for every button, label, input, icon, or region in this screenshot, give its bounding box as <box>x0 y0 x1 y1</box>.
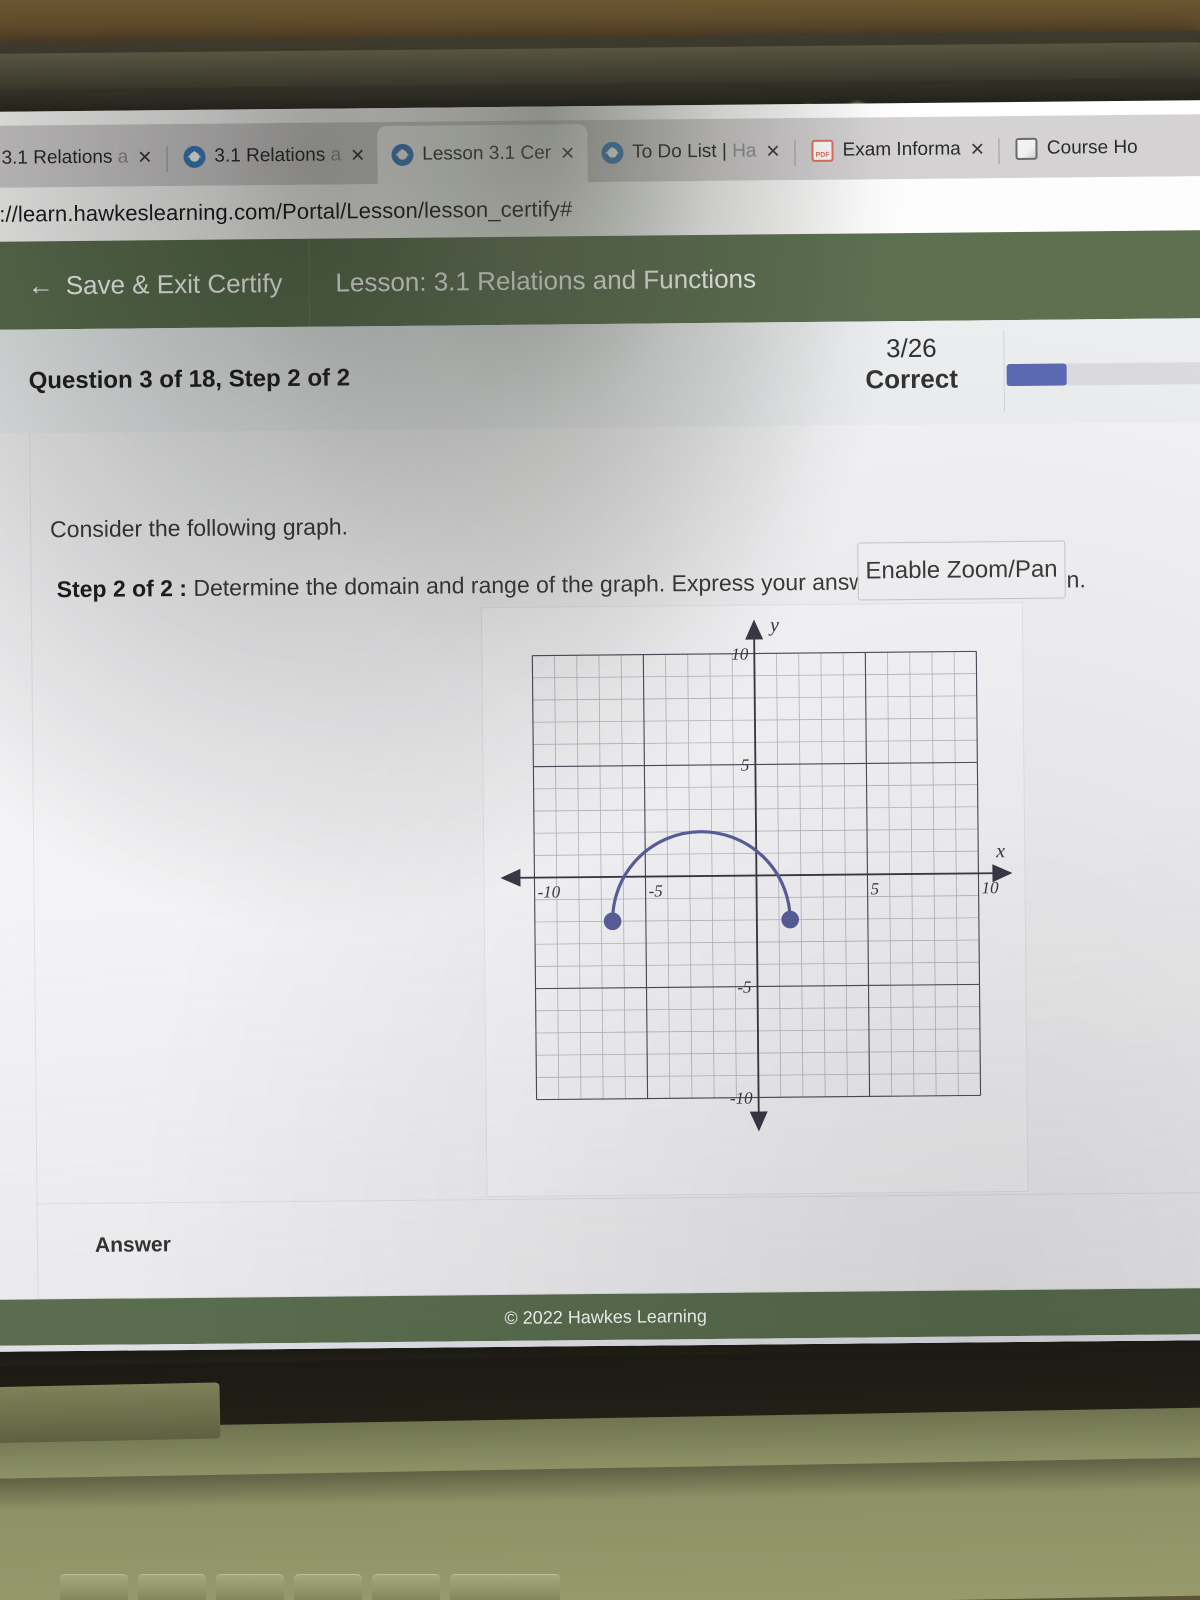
keyboard-row <box>0 1566 1200 1600</box>
browser-tab-2[interactable]: 3.1 Relations a ✕ <box>169 126 377 186</box>
coordinate-plot[interactable]: -10 -5 5 10 -10 -5 5 10 xy <box>482 603 1030 1198</box>
back-arrow-icon[interactable]: ← <box>28 270 54 300</box>
svg-text:-10: -10 <box>730 1089 753 1108</box>
svg-text:10: 10 <box>731 645 749 664</box>
tab-label: Lesson 3.1 Cer <box>422 142 552 165</box>
keycap <box>450 1574 560 1600</box>
graph-svg[interactable]: -10 -5 5 10-10-5510 xy <box>482 603 1030 1198</box>
hawkes-favicon-icon <box>601 141 624 164</box>
score-fraction: 3/26 <box>885 332 937 364</box>
axis-name-labels: xy <box>768 614 1005 862</box>
svg-text:-5: -5 <box>737 978 751 997</box>
close-icon[interactable]: ✕ <box>970 139 985 159</box>
url-text[interactable]: nttps://learn.hawkeslearning.com/Portal/… <box>0 196 572 228</box>
close-icon[interactable]: ✕ <box>137 147 152 167</box>
svg-text:-10: -10 <box>538 882 561 901</box>
browser-tab-1[interactable]: 3.1 Relations a ✕ <box>0 128 165 188</box>
browser-tab-3-active[interactable]: Lesson 3.1 Cer ✕ <box>376 124 588 185</box>
svg-text:-5: -5 <box>648 881 662 900</box>
svg-text:y: y <box>768 614 779 636</box>
keycap <box>138 1574 206 1600</box>
answer-section: Answer <box>36 1191 1200 1300</box>
question-status-bar: Question 3 of 18, Step 2 of 2 3/26 Corre… <box>0 317 1200 435</box>
laptop-screen: 3.1 Relations a ✕ 3.1 Relations a ✕ Less… <box>0 99 1200 1353</box>
photo-background: 3.1 Relations a ✕ 3.1 Relations a ✕ Less… <box>0 0 1200 1600</box>
close-icon[interactable]: ✕ <box>350 145 365 165</box>
answer-label: Answer <box>94 1233 171 1257</box>
laptop-latch <box>0 1382 221 1444</box>
keycap <box>294 1574 362 1600</box>
tab-divider <box>794 140 796 167</box>
svg-text:5: 5 <box>870 879 879 898</box>
close-icon[interactable]: ✕ <box>765 141 780 161</box>
document-favicon-icon <box>1015 137 1038 160</box>
close-icon[interactable]: ✕ <box>560 143 575 163</box>
app-header: ← Save & Exit Certify Lesson: 3.1 Relati… <box>0 229 1200 331</box>
pdf-favicon-icon <box>811 139 834 162</box>
save-and-exit-certify-button[interactable]: Save & Exit Certify <box>66 267 309 300</box>
enable-zoom-pan-button[interactable]: Enable Zoom/Pan <box>857 540 1066 601</box>
graph-panel: Enable Zoom/Pan -10 -5 5 10 -10 -5 5 10 xy <box>480 540 1066 1198</box>
bezel-top-strip <box>0 42 1200 90</box>
tab-label: 3.1 Relations a <box>214 144 342 167</box>
progress-bar-track <box>1006 361 1200 387</box>
score-divider <box>1003 330 1006 413</box>
plotted-curve <box>603 830 799 931</box>
step-label: Step 2 of 2 : <box>56 574 188 603</box>
score-label: Correct <box>865 363 959 395</box>
tab-label: 3.1 Relations a <box>1 146 129 169</box>
tab-divider <box>998 138 1001 165</box>
copyright-text: © 2022 Hawkes Learning <box>504 1305 707 1328</box>
keycap <box>216 1574 284 1600</box>
progress-bar-fill <box>1006 363 1067 387</box>
browser-tab-5[interactable]: Exam Informa ✕ <box>797 120 997 180</box>
tab-label: Course Ho <box>1046 136 1138 159</box>
tab-divider <box>166 146 168 173</box>
question-title: Question 3 of 18, Step 2 of 2 <box>28 364 351 395</box>
browser-tab-4[interactable]: To Do List | Ha ✕ <box>587 122 793 182</box>
svg-text:5: 5 <box>741 756 750 775</box>
svg-text:10: 10 <box>981 878 999 897</box>
hawkes-favicon-icon <box>183 145 206 168</box>
browser-tab-6[interactable]: Course Ho <box>1002 119 1150 178</box>
lesson-title: Lesson: 3.1 Relations and Functions <box>335 262 757 298</box>
hawkes-favicon-icon <box>391 143 414 166</box>
svg-text:x: x <box>995 840 1005 862</box>
question-body: Consider the following graph. Step 2 of … <box>0 421 1200 1301</box>
prompt-intro: Consider the following graph. <box>49 513 349 543</box>
content-left-rule <box>29 433 39 1300</box>
axes <box>500 619 1013 1132</box>
score-box: 3/26 Correct <box>836 332 987 395</box>
keycap <box>60 1574 128 1600</box>
keycap <box>372 1574 440 1600</box>
tab-label: To Do List | Ha <box>632 140 757 163</box>
tab-label: Exam Informa <box>842 138 961 161</box>
